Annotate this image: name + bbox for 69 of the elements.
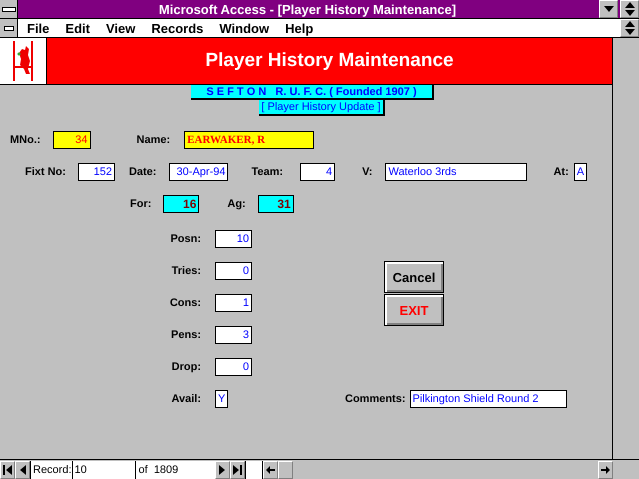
field-label: Date: [128, 166, 156, 178]
menu-item[interactable]: View [106, 20, 136, 36]
name-field[interactable]: EARWAKER, R [184, 131, 314, 149]
system-menu-button[interactable] [0, 0, 18, 18]
field-label: Pens: [170, 329, 201, 341]
form-title: Player History Maintenance [205, 50, 454, 72]
window-title: Microsoft Access - [Player History Maintenance] [158, 2, 458, 16]
next-record-icon [219, 464, 226, 474]
subtitle-label: [ Player History Update ] [259, 100, 385, 116]
menu-item[interactable]: Edit [65, 20, 90, 36]
cancel-button[interactable]: Cancel [384, 261, 444, 293]
menu-item[interactable]: Window [219, 20, 270, 36]
venue-field[interactable]: A [574, 163, 587, 181]
record-number-field[interactable]: 10 [72, 460, 136, 478]
minimize-button[interactable] [599, 0, 618, 18]
field-label: For: [130, 198, 152, 210]
field-label: Name: [136, 134, 170, 146]
field-label: Ag: [227, 198, 246, 210]
field-label: At: [553, 166, 569, 178]
available-field[interactable]: Y [215, 390, 228, 408]
field-label: Avail: [170, 393, 201, 405]
field-label: Cons: [168, 297, 201, 309]
menu-item[interactable]: File [27, 20, 50, 36]
field-label: Drop: [170, 361, 201, 373]
stat-field[interactable]: 3 [215, 326, 252, 344]
stat-field[interactable]: 10 [215, 230, 252, 248]
date-field[interactable]: 30-Apr-94 [169, 163, 228, 181]
field-label: V: [362, 166, 372, 178]
club-banner: S E F T O N R. U. F. C. ( Founded 1907 ) [191, 85, 434, 100]
scroll-thumb[interactable] [278, 460, 293, 478]
stat-field[interactable]: 1 [215, 294, 252, 312]
left-arrow-icon [266, 466, 275, 474]
scroll-left-button[interactable] [262, 460, 278, 478]
field-label: Posn: [169, 233, 201, 245]
next-record-button[interactable] [214, 460, 230, 478]
first-record-button[interactable] [0, 460, 15, 478]
points-for-field[interactable]: 16 [163, 195, 200, 213]
field-label: MNo.: [10, 134, 41, 146]
stat-field[interactable]: 0 [215, 262, 252, 280]
fixture-number-field[interactable]: 152 [78, 163, 115, 181]
field-label: Team: [251, 166, 284, 178]
up-down-arrow-icon [624, 2, 634, 16]
scroll-right-button[interactable] [598, 460, 613, 478]
field-label: Comments: [345, 393, 406, 405]
member-number-field[interactable]: 34 [52, 131, 91, 149]
comments-field[interactable]: Pilkington Shield Round 2 [410, 390, 567, 408]
horizontal-scrollbar[interactable] [262, 460, 613, 478]
team-field[interactable]: 4 [300, 163, 336, 181]
last-record-icon [232, 464, 242, 474]
previous-record-icon [20, 464, 26, 474]
menu-item[interactable]: Records [151, 20, 204, 36]
first-record-icon [3, 464, 12, 474]
restore-button[interactable] [620, 0, 639, 18]
last-record-button[interactable] [230, 460, 245, 478]
new-record-button[interactable] [244, 460, 263, 478]
right-arrow-icon [600, 466, 610, 474]
field-label: Fixt No: [25, 166, 66, 178]
down-arrow-icon [604, 6, 614, 12]
stat-field[interactable]: 0 [215, 358, 252, 376]
menu-item[interactable]: Help [285, 20, 314, 36]
restore-button[interactable] [620, 19, 639, 37]
record-label: Record: [30, 460, 73, 478]
field-label: Tries: [170, 265, 201, 277]
record-count: of 1809 [136, 460, 215, 478]
points-against-field[interactable]: 31 [258, 195, 294, 213]
opponent-field[interactable]: Waterloo 3rds [385, 163, 528, 181]
previous-record-button[interactable] [15, 460, 30, 478]
up-down-arrow-icon [624, 21, 634, 35]
document-menu-button[interactable] [0, 19, 18, 37]
